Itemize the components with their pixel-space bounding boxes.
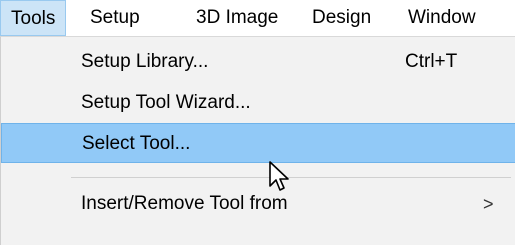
menu-separator — [71, 177, 511, 178]
menu-window[interactable]: Window — [398, 0, 486, 36]
menu-3d-image[interactable]: 3D Image — [186, 0, 288, 36]
menu-bar: Tools Setup 3D Image Design Window — [0, 0, 515, 37]
menu-item-label: Setup Library... — [81, 51, 209, 72]
menu-design[interactable]: Design — [302, 0, 381, 36]
mouse-pointer-icon — [269, 161, 289, 191]
menu-item-insert-remove-tool[interactable]: Insert/Remove Tool from > — [1, 184, 515, 224]
menu-item-shortcut: Ctrl+T — [405, 51, 458, 72]
menu-item-setup-tool-wizard[interactable]: Setup Tool Wizard... — [1, 83, 515, 123]
menu-item-label: Insert/Remove Tool from — [81, 193, 288, 214]
menu-item-setup-library[interactable]: Setup Library... Ctrl+T — [1, 42, 515, 82]
menu-item-select-tool[interactable]: Select Tool... — [1, 123, 515, 163]
menu-item-label: Setup Tool Wizard... — [81, 92, 251, 113]
menu-setup[interactable]: Setup — [80, 0, 150, 36]
tools-dropdown-menu: Setup Library... Ctrl+T Setup Tool Wizar… — [0, 36, 515, 245]
menu-item-label: Select Tool... — [82, 133, 191, 154]
menu-tools[interactable]: Tools — [0, 0, 67, 36]
chevron-right-icon: > — [483, 194, 494, 214]
